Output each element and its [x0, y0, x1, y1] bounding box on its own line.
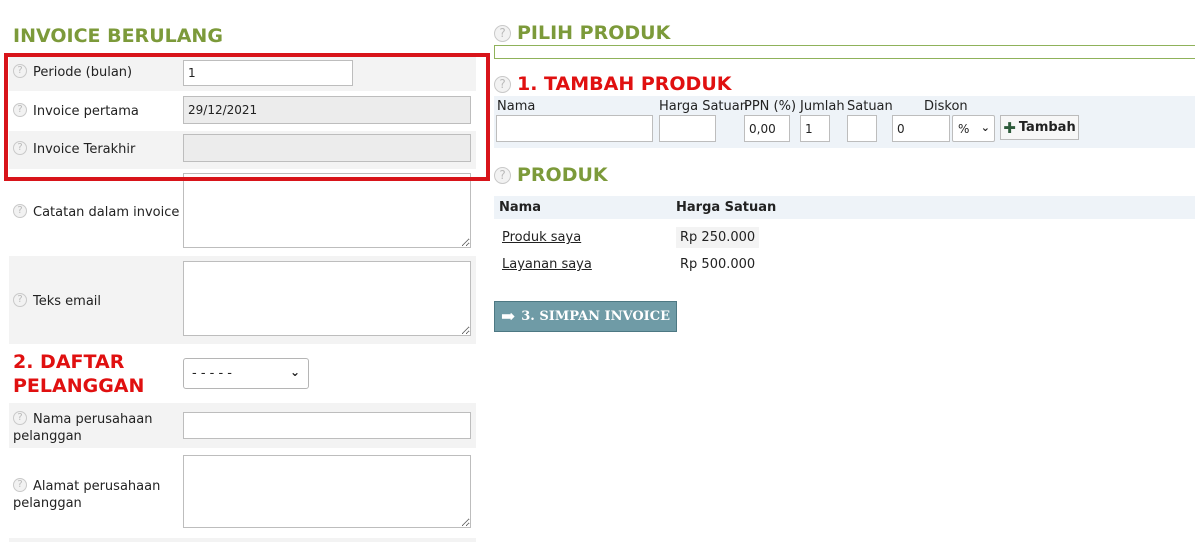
teks-email-label: Teks email [33, 294, 102, 309]
pilih-produk-title: PILIH PRODUK [517, 22, 671, 44]
alamat-perusahaan-textarea[interactable] [183, 455, 471, 528]
tambah-produk-form: Nama Harga Satuan PPN (%) Jumlah Satuan … [494, 96, 1195, 148]
recurring-invoice-panel: INVOICE BERULANG ? Periode (bulan) ? Inv… [0, 0, 490, 542]
catatan-label: Catatan dalam invoice [33, 205, 180, 220]
page-title: INVOICE BERULANG [13, 25, 223, 47]
help-icon[interactable]: ? [494, 75, 511, 93]
produk-table: Nama Harga Satuan Produk saya Rp 250.000… [494, 196, 1195, 278]
tambah-produk-title: 1. TAMBAH PRODUK [517, 73, 732, 95]
invoice-pertama-row: ? Invoice pertama 29/12/2021 [9, 91, 476, 131]
invoice-terakhir-row: ? Invoice Terakhir [9, 131, 476, 169]
tambah-produk-header: ? 1. TAMBAH PRODUK [494, 73, 731, 95]
catatan-row: ? Catatan dalam invoice [9, 169, 476, 255]
help-icon[interactable]: ? [494, 166, 511, 184]
help-icon[interactable]: ? [13, 293, 27, 307]
help-icon[interactable]: ? [13, 103, 27, 117]
tambah-button[interactable]: ✚ Tambah [1000, 115, 1079, 140]
periode-row: ? Periode (bulan) [9, 57, 476, 91]
nama-perusahaan-row: ? Nama perusahaan pelanggan [9, 403, 476, 448]
nama-perusahaan-input[interactable] [183, 412, 471, 439]
help-icon[interactable]: ? [13, 141, 27, 155]
help-icon[interactable]: ? [13, 411, 27, 425]
col-harga-label: Harga Satuan [659, 99, 748, 114]
product-panel: ? PILIH PRODUK ? 1. TAMBAH PRODUK Nama H… [494, 0, 1195, 542]
teks-email-row: ? Teks email [9, 256, 476, 344]
harga-satuan-input[interactable] [659, 115, 716, 142]
help-icon[interactable]: ? [13, 64, 27, 78]
table-header: Nama Harga Satuan [494, 196, 1195, 219]
col-nama-label: Nama [497, 99, 536, 114]
plus-icon: ✚ [1003, 118, 1016, 137]
pelanggan-select[interactable]: - - - - - ⌄ [183, 358, 309, 389]
col-diskon-label: Diskon [924, 99, 968, 114]
invoice-terakhir-label: Invoice Terakhir [33, 142, 136, 157]
help-icon[interactable]: ? [494, 24, 511, 42]
invoice-terakhir-field[interactable] [183, 134, 471, 162]
produk-price: Rp 250.000 [676, 227, 760, 248]
teks-email-textarea[interactable] [183, 261, 471, 336]
col-jumlah-label: Jumlah [800, 99, 845, 114]
catatan-textarea[interactable] [183, 173, 471, 248]
nama-perusahaan-label: Nama perusahaan [33, 412, 153, 427]
alamat-perusahaan-row: ? Alamat perusahaan pelanggan [9, 449, 476, 538]
invoice-pertama-label: Invoice pertama [33, 104, 139, 119]
produk-title: PRODUK [517, 164, 608, 186]
alamat-perusahaan-label: Alamat perusahaan [33, 479, 161, 494]
arrow-right-icon: ➡ [501, 306, 516, 327]
chevron-down-icon: ⌄ [289, 365, 300, 379]
col-ppn-label: PPN (%) [744, 99, 797, 114]
invoice-pertama-field[interactable]: 29/12/2021 [183, 96, 471, 124]
row-divider [9, 538, 476, 542]
produk-header: ? PRODUK [494, 164, 608, 186]
help-icon[interactable]: ? [13, 478, 27, 492]
header-harga: Harga Satuan [676, 200, 777, 215]
periode-label: Periode (bulan) [33, 65, 133, 80]
diskon-unit-select[interactable]: % ⌄ [952, 115, 995, 142]
table-row: Produk saya Rp 250.000 [494, 224, 1195, 251]
help-icon[interactable]: ? [13, 204, 27, 218]
periode-input[interactable] [183, 60, 353, 86]
table-row: Layanan saya Rp 500.000 [494, 251, 1195, 278]
produk-link[interactable]: Produk saya [502, 230, 581, 245]
satuan-input[interactable] [847, 115, 877, 142]
jumlah-input[interactable] [800, 115, 830, 142]
pilih-produk-bar [494, 45, 1195, 59]
pilih-produk-header: ? PILIH PRODUK [494, 22, 670, 44]
produk-price: Rp 500.000 [676, 254, 760, 275]
chevron-down-icon: ⌄ [980, 121, 990, 134]
col-satuan-label: Satuan [847, 99, 893, 114]
nama-produk-input[interactable] [496, 115, 653, 142]
pelanggan-section-title: 2. DAFTAR PELANGGAN [13, 351, 145, 397]
diskon-input[interactable] [892, 115, 950, 142]
simpan-invoice-button[interactable]: ➡ 3. SIMPAN INVOICE [494, 301, 677, 332]
ppn-input[interactable] [744, 115, 790, 142]
header-nama: Nama [499, 200, 541, 215]
produk-link[interactable]: Layanan saya [502, 257, 592, 272]
